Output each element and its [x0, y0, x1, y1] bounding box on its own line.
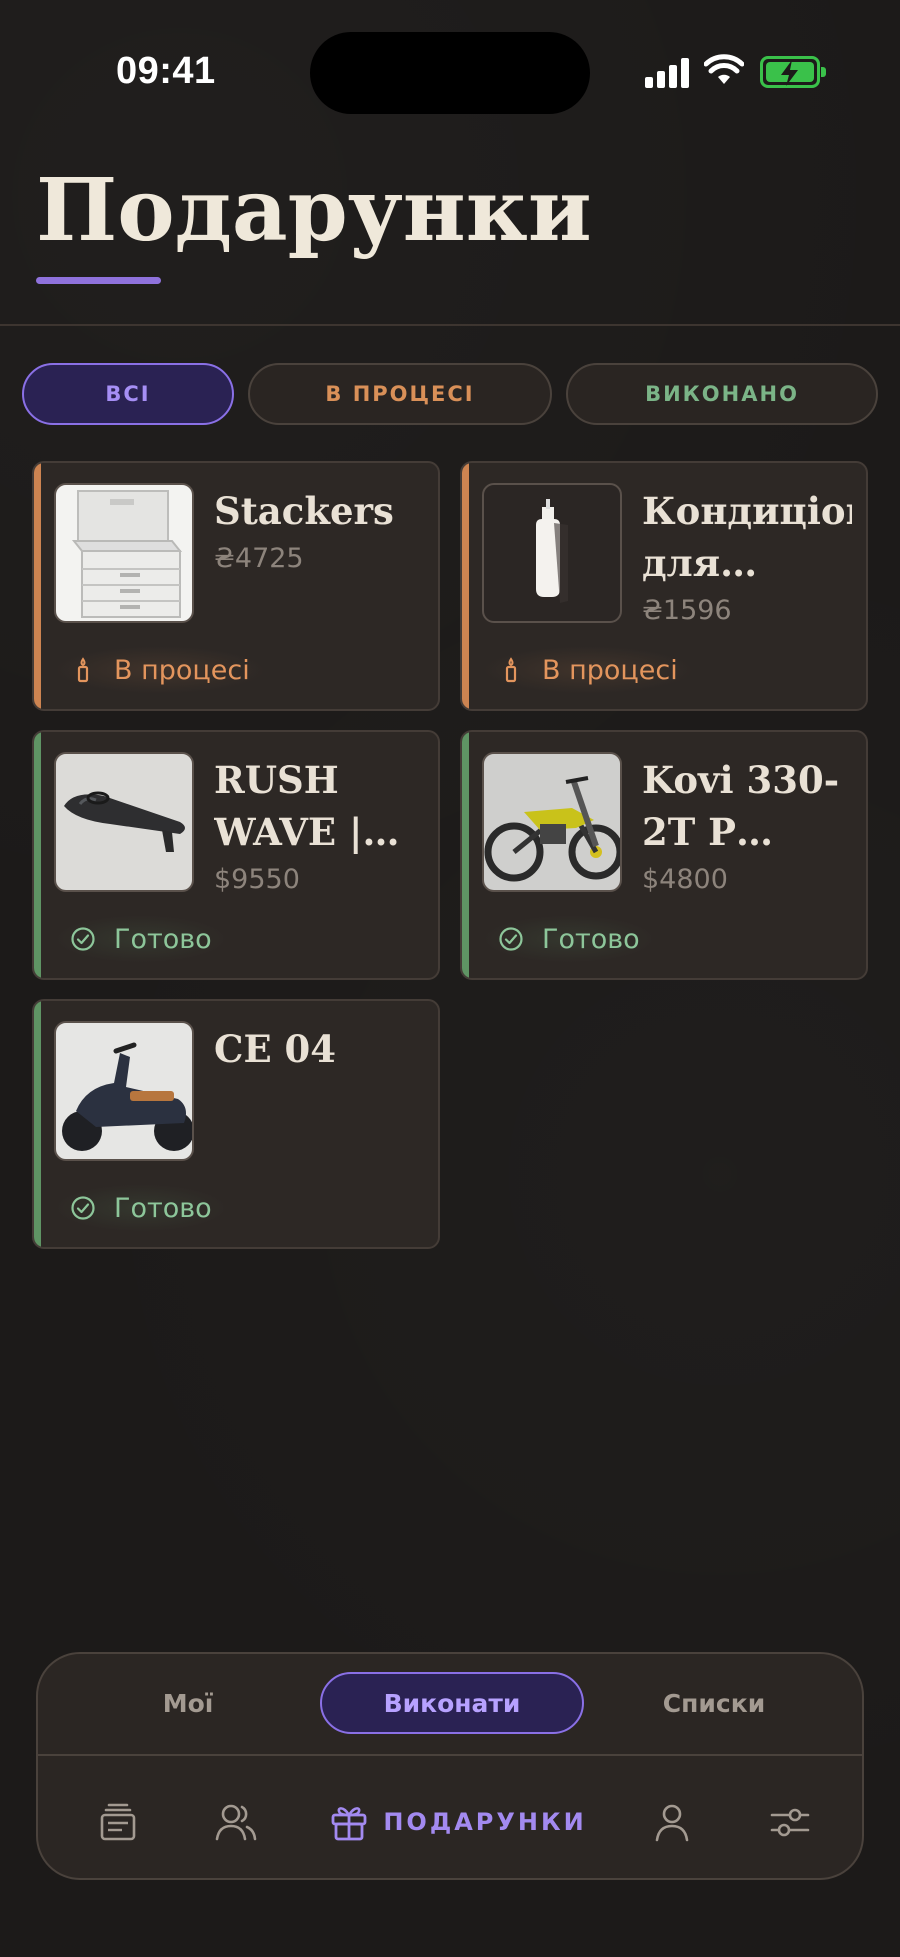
feed-icon: [100, 1803, 136, 1841]
battery-icon: [760, 56, 826, 88]
gift-card[interactable]: Кондиціонер для… ₴1596 В процесі: [460, 461, 868, 711]
gift-card[interactable]: CE 04 Готово: [32, 999, 440, 1249]
status-label: Готово: [114, 923, 212, 955]
gift-price: ₴1596: [642, 595, 732, 626]
check-circle-icon: [71, 1196, 95, 1220]
status-label: Готово: [114, 1192, 212, 1224]
gift-price: $9550: [214, 864, 300, 895]
gift-name: CE 04: [214, 1027, 337, 1071]
signal-icon: [645, 58, 689, 88]
profile-icon: [655, 1804, 689, 1842]
tab-gifts[interactable]: ПОДАРУНКИ: [328, 1794, 588, 1850]
status-accent-bar: [462, 732, 469, 978]
status-accent-bar: [34, 463, 41, 709]
check-circle-icon: [71, 927, 95, 951]
tab-feed[interactable]: [78, 1794, 158, 1850]
header-divider: [0, 324, 900, 326]
status-accent-bar: [34, 732, 41, 978]
dirt-bike-icon: [482, 752, 622, 892]
page-title: Подарунки: [36, 160, 592, 261]
e-surfboard-icon: [54, 752, 194, 892]
segment-mine[interactable]: Мої: [78, 1672, 298, 1734]
filter-in-progress-chip[interactable]: В ПРОЦЕСІ: [248, 363, 552, 425]
tab-gifts-label: ПОДАРУНКИ: [383, 1808, 587, 1836]
tab-friends[interactable]: [196, 1794, 276, 1850]
status-badge: Готово: [54, 915, 228, 963]
gift-name: Кондиціонер для…: [642, 489, 852, 585]
check-circle-icon: [499, 927, 523, 951]
status-bar: 09:41: [0, 0, 900, 150]
gift-card[interactable]: RUSH WAVE | E… $9550 Готово: [32, 730, 440, 980]
segment-todo[interactable]: Виконати: [320, 1672, 584, 1734]
status-label: В процесі: [114, 654, 250, 686]
candle-icon: [77, 657, 89, 683]
gift-icon: [331, 1807, 367, 1841]
status-accent-bar: [462, 463, 469, 709]
gift-card[interactable]: Kovi 330-2T P… $4800 Готово: [460, 730, 868, 980]
conditioner-bottle-icon: [482, 483, 622, 623]
tab-settings[interactable]: [750, 1794, 830, 1850]
candle-icon: [505, 657, 517, 683]
gift-card[interactable]: Stackers ₴4725 В процесі: [32, 461, 440, 711]
status-badge: Готово: [482, 915, 656, 963]
segment-lists[interactable]: Списки: [604, 1672, 824, 1734]
wifi-icon: [704, 54, 744, 84]
filter-all-chip[interactable]: ВСІ: [22, 363, 234, 425]
scooter-icon: [54, 1021, 194, 1161]
status-badge: В процесі: [54, 646, 266, 694]
status-label: Готово: [542, 923, 640, 955]
gift-price: ₴4725: [214, 543, 304, 574]
jewelry-box-icon: [54, 483, 194, 623]
status-badge: В процесі: [482, 646, 694, 694]
tab-profile[interactable]: [632, 1794, 712, 1850]
status-badge: Готово: [54, 1184, 228, 1232]
gift-name: RUSH WAVE | E…: [214, 758, 363, 854]
status-time: 09:41: [116, 50, 216, 92]
status-accent-bar: [34, 1001, 41, 1247]
friends-icon: [215, 1804, 257, 1841]
title-underline: [36, 277, 161, 284]
gift-name: Kovi 330-2T P…: [642, 758, 840, 854]
bottom-bar-divider: [38, 1754, 862, 1756]
sliders-icon: [770, 1808, 810, 1837]
dynamic-island: [310, 32, 590, 114]
status-label: В процесі: [542, 654, 678, 686]
filter-done-chip[interactable]: ВИКОНАНО: [566, 363, 878, 425]
gift-name: Stackers: [214, 489, 394, 533]
bottom-navigation: Мої Виконати Списки ПОДАРУНКИ: [36, 1652, 864, 1880]
gift-price: $4800: [642, 864, 728, 895]
